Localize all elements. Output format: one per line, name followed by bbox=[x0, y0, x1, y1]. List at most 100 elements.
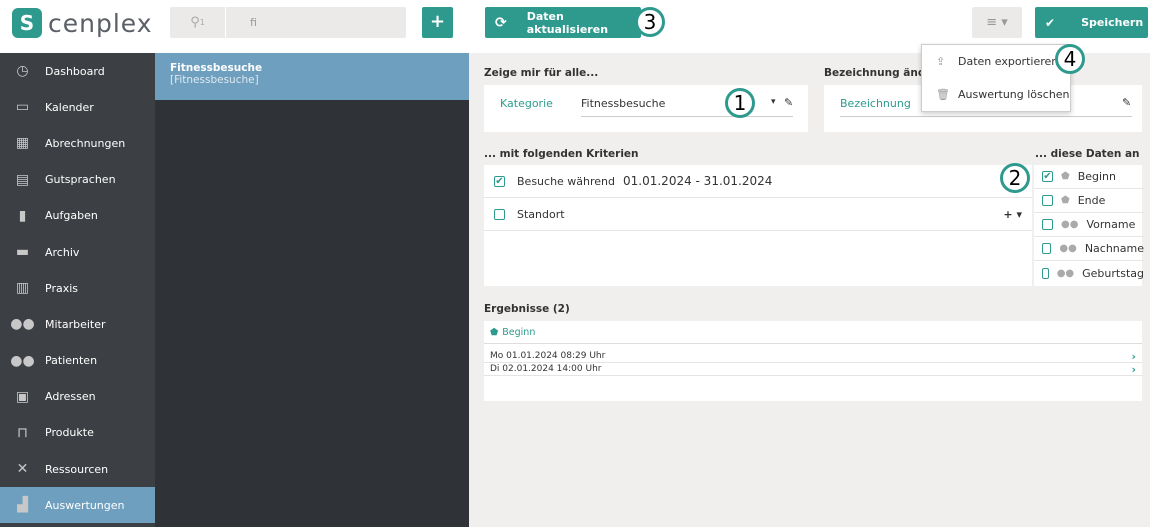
checkbox[interactable] bbox=[494, 208, 505, 220]
criteria-label: Besuche während bbox=[517, 174, 616, 188]
shield-icon: ⬟ bbox=[1061, 195, 1070, 206]
calculator-icon: ▦ bbox=[15, 135, 30, 152]
chevron-down-icon[interactable]: ▾ bbox=[771, 97, 776, 107]
table-row[interactable]: Mo 01.01.2024 08:29 Uhr › bbox=[484, 350, 1142, 363]
results-table: ⬟ Beginn Mo 01.01.2024 08:29 Uhr › Di 02.0… bbox=[484, 321, 1142, 401]
divider bbox=[581, 116, 793, 117]
chevron-right-icon[interactable]: › bbox=[1131, 350, 1136, 363]
logo-icon: S bbox=[12, 8, 42, 38]
sidebar-item-produkte[interactable]: ⊓ Produkte bbox=[0, 415, 155, 451]
people-icon: ●● bbox=[1056, 267, 1075, 279]
sidebar-item-mitarbeiter[interactable]: ●● Mitarbeiter bbox=[0, 306, 155, 342]
chart-icon: ▟ bbox=[17, 497, 28, 514]
sidebar-item-ressourcen[interactable]: ✕ Ressourcen bbox=[0, 451, 155, 487]
data-label: Vorname bbox=[1086, 218, 1136, 231]
criteria-card: ✔ Besuche während 01.01.2024 - 31.01.202… bbox=[484, 165, 1032, 286]
criteria-section-title: ... mit folgenden Kriterien bbox=[484, 148, 639, 160]
sidebar-item-auswertungen[interactable]: ▟ Auswertungen bbox=[0, 487, 155, 524]
sidebar-item-label: Aufgaben bbox=[45, 209, 98, 223]
sidebar-item-label: Patienten bbox=[45, 354, 98, 368]
checkbox[interactable] bbox=[1042, 267, 1049, 279]
data-label: Geburtstag bbox=[1082, 266, 1144, 280]
checkbox[interactable] bbox=[1042, 195, 1053, 206]
delete-evaluation-item[interactable]: 🗑 Auswertung löschen bbox=[922, 78, 1070, 111]
tools-icon: ✕ bbox=[16, 461, 29, 478]
show-section-title: Zeige mir für alle... bbox=[484, 67, 599, 79]
category-value[interactable]: Fitnessbesuche bbox=[581, 97, 665, 110]
results-header[interactable]: ⬟ Beginn bbox=[484, 321, 1142, 344]
data-row-nachname[interactable]: ●● Nachname bbox=[1034, 237, 1144, 261]
export-data-item[interactable]: ⇪ Daten exportieren bbox=[922, 45, 1070, 78]
dashboard-icon: ◷ bbox=[16, 63, 29, 80]
search-input[interactable] bbox=[226, 7, 406, 38]
refresh-label: Daten aktualisieren bbox=[526, 9, 609, 36]
sidebar-item-label: Auswertungen bbox=[45, 498, 125, 512]
column-header: Beginn bbox=[502, 326, 536, 338]
menu-dropdown: ⇪ Daten exportieren 🗑 Auswertung löschen bbox=[921, 44, 1071, 112]
people-icon: ●● bbox=[1061, 219, 1079, 230]
sidebar-item-label: Mitarbeiter bbox=[45, 317, 106, 331]
sidebar-item-label: Archiv bbox=[45, 245, 80, 259]
add-criteria-icon[interactable]: + ▾ bbox=[1003, 208, 1022, 221]
edit-icon[interactable]: ✎ bbox=[784, 96, 793, 109]
date-range[interactable]: 01.01.2024 - 31.01.2024 bbox=[623, 174, 772, 188]
sidebar-item-label: Gutsprachen bbox=[45, 173, 116, 187]
sidebar-item-label: Ressourcen bbox=[45, 462, 109, 476]
people-icon: ●● bbox=[1059, 243, 1077, 254]
results-title: Ergebnisse (2) bbox=[484, 303, 570, 315]
callout-1: 1 bbox=[725, 88, 755, 118]
shield-icon: ⬟ bbox=[1061, 171, 1070, 182]
sidebar-item-abrechnungen[interactable]: ▦ Abrechnungen bbox=[0, 125, 155, 161]
refresh-icon: ⟳ bbox=[495, 14, 507, 31]
checkbox-checked[interactable]: ✔ bbox=[494, 175, 505, 187]
sidebar-item-patienten[interactable]: ●● Patienten bbox=[0, 343, 155, 379]
sidebar-item-label: Dashboard bbox=[45, 64, 105, 78]
row-value: Mo 01.01.2024 08:29 Uhr bbox=[490, 351, 606, 361]
table-row[interactable]: Di 02.01.2024 14:00 Uhr › bbox=[484, 363, 1142, 376]
data-label: Beginn bbox=[1077, 170, 1116, 183]
checkbox-checked[interactable]: ✔ bbox=[1042, 171, 1053, 182]
data-row-beginn[interactable]: ✔ ⬟ Beginn bbox=[1034, 165, 1144, 189]
data-row-vorname[interactable]: ●● Vorname bbox=[1034, 213, 1144, 237]
sidebar-item-kalender[interactable]: ▭ Kalender bbox=[0, 89, 155, 125]
search-box: ⚲ 1 bbox=[170, 7, 406, 38]
list-item-subtitle: [Fitnessbesuche] bbox=[170, 74, 259, 86]
sidebar-item-label: Praxis bbox=[45, 281, 78, 295]
callout-4: 4 bbox=[1055, 44, 1085, 74]
data-row-geburtstag[interactable]: ●● Geburtstag bbox=[1034, 261, 1144, 285]
data-row-ende[interactable]: ⬟ Ende bbox=[1034, 189, 1144, 213]
list-item[interactable]: Fitnessbesuche [Fitnessbesuche] bbox=[155, 53, 469, 100]
criteria-row[interactable]: Standort + ▾ bbox=[484, 198, 1032, 231]
chevron-right-icon[interactable]: › bbox=[1131, 363, 1136, 376]
data-section-title: ... diese Daten an bbox=[1035, 148, 1140, 160]
name-label: Bezeichnung bbox=[840, 97, 911, 110]
edit-icon[interactable]: ✎ bbox=[1122, 96, 1131, 109]
checkbox[interactable] bbox=[1042, 219, 1053, 230]
data-label: Ende bbox=[1077, 194, 1106, 207]
category-label: Kategorie bbox=[500, 97, 553, 110]
calendar-icon: ▭ bbox=[15, 99, 30, 116]
criteria-row[interactable]: ✔ Besuche während 01.01.2024 - 31.01.202… bbox=[484, 165, 1032, 198]
menu-button[interactable]: ≡ ▾ bbox=[972, 7, 1022, 38]
sidebar-item-praxis[interactable]: ▥ Praxis bbox=[0, 270, 155, 306]
building-icon: ▥ bbox=[15, 280, 30, 297]
sidebar-item-adressen[interactable]: ▣ Adressen bbox=[0, 379, 155, 415]
evaluation-list: Fitnessbesuche [Fitnessbesuche] bbox=[155, 53, 469, 527]
name-input-line[interactable] bbox=[840, 116, 1132, 117]
brand-name: cenplex bbox=[48, 8, 153, 38]
export-icon: ⇪ bbox=[936, 55, 946, 68]
sidebar-item-archiv[interactable]: ▬ Archiv bbox=[0, 234, 155, 270]
callout-3: 3 bbox=[635, 7, 665, 37]
filter-button[interactable]: ⚲ 1 bbox=[170, 7, 226, 38]
sidebar-item-aufgaben[interactable]: ▮ Aufgaben bbox=[0, 198, 155, 234]
checkbox[interactable] bbox=[1042, 243, 1052, 254]
clipboard-icon: ▮ bbox=[18, 207, 27, 224]
sidebar-item-dashboard[interactable]: ◷ Dashboard bbox=[0, 53, 155, 89]
sidebar-item-gutsprachen[interactable]: ▤ Gutsprachen bbox=[0, 162, 155, 198]
add-button[interactable]: + bbox=[422, 7, 453, 38]
document-icon: ▤ bbox=[15, 171, 30, 188]
refresh-button[interactable]: ⟳ Daten aktualisieren bbox=[485, 7, 641, 38]
criteria-label: Standort bbox=[517, 207, 565, 221]
dropdown-item-label: Daten exportieren bbox=[958, 55, 1059, 68]
save-button[interactable]: ✔ Speichern bbox=[1035, 7, 1148, 38]
